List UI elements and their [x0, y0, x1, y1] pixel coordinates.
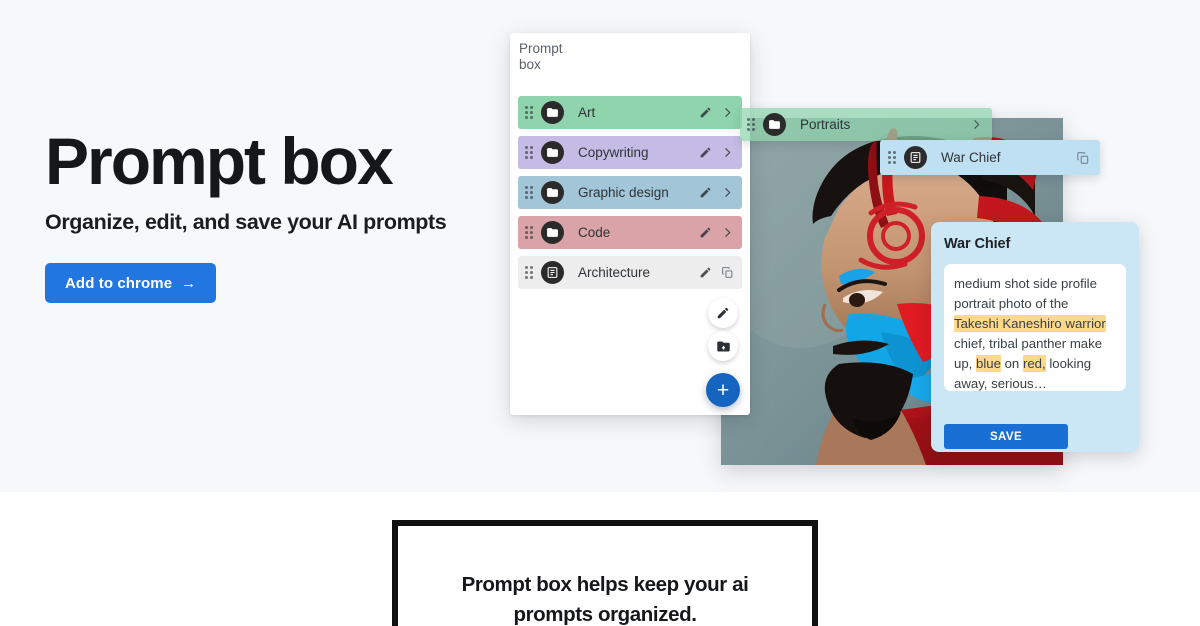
- list-item-label: Copywriting: [578, 145, 649, 160]
- chevron-right-icon[interactable]: [721, 106, 734, 119]
- floating-item-label: War Chief: [941, 150, 1001, 165]
- prompt-detail-card: War Chief medium shot side profile portr…: [931, 222, 1139, 452]
- list-item-label: Code: [578, 225, 611, 240]
- folder-list: Art Copywriting Graphic design Code Arch…: [518, 96, 742, 296]
- document-icon: [541, 261, 564, 284]
- folder-icon: [541, 181, 564, 204]
- new-folder-action-button[interactable]: [708, 331, 738, 361]
- drag-handle-icon[interactable]: [525, 106, 534, 119]
- highlighted-phrase: blue: [976, 355, 1001, 372]
- list-item-label: Graphic design: [578, 185, 669, 200]
- floating-item-label: Portraits: [800, 117, 851, 132]
- chevron-right-icon[interactable]: [721, 146, 734, 159]
- highlighted-phrase: Takeshi Kaneshiro warrior: [954, 315, 1106, 332]
- hero-section: Prompt box Organize, edit, and save your…: [0, 0, 1200, 492]
- list-item-label: Architecture: [578, 265, 651, 280]
- folder-icon: [541, 101, 564, 124]
- folder-icon: [541, 141, 564, 164]
- list-item-code[interactable]: Code: [518, 216, 742, 249]
- list-item-copywriting[interactable]: Copywriting: [518, 136, 742, 169]
- drag-handle-icon[interactable]: [525, 146, 534, 159]
- document-icon: [904, 146, 927, 169]
- product-screenshot: Prompt box Art Copywriting Graphic desig…: [0, 0, 1200, 492]
- edit-action-button[interactable]: [708, 298, 738, 328]
- chevron-right-icon[interactable]: [721, 186, 734, 199]
- bottom-section: Prompt box helps keep your ai prompts or…: [0, 492, 1200, 626]
- list-item-architecture[interactable]: Architecture: [518, 256, 742, 289]
- prompt-phrase: medium shot side profile portrait photo …: [954, 276, 1097, 311]
- pencil-icon[interactable]: [699, 186, 712, 199]
- panel-title: Prompt box: [519, 41, 563, 72]
- drag-handle-icon[interactable]: [525, 266, 534, 279]
- landing-page: Prompt box Organize, edit, and save your…: [0, 0, 1200, 626]
- drag-handle-icon[interactable]: [525, 226, 534, 239]
- save-button[interactable]: SAVE: [944, 424, 1068, 449]
- prompt-phrase: on: [1000, 356, 1023, 371]
- pencil-icon[interactable]: [699, 266, 712, 279]
- drag-handle-icon[interactable]: [888, 151, 897, 164]
- add-prompt-fab[interactable]: +: [706, 373, 740, 407]
- prompt-textarea[interactable]: medium shot side profile portrait photo …: [944, 264, 1126, 391]
- folder-icon: [763, 113, 786, 136]
- drag-handle-icon[interactable]: [747, 118, 756, 131]
- detail-title: War Chief: [944, 236, 1011, 252]
- headline-text: Prompt box helps keep your ai prompts or…: [398, 570, 812, 626]
- pencil-icon[interactable]: [699, 106, 712, 119]
- prompt-text: medium shot side profile portrait photo …: [954, 274, 1116, 391]
- headline-line-2: prompts organized.: [513, 603, 697, 626]
- copy-icon[interactable]: [1076, 151, 1090, 165]
- floating-item-portraits[interactable]: Portraits: [740, 108, 992, 141]
- chevron-right-icon[interactable]: [970, 118, 983, 131]
- chevron-right-icon[interactable]: [721, 226, 734, 239]
- headline-frame: Prompt box helps keep your ai prompts or…: [392, 520, 818, 626]
- highlighted-phrase: red,: [1022, 355, 1046, 372]
- list-item-art[interactable]: Art: [518, 96, 742, 129]
- pencil-icon[interactable]: [699, 146, 712, 159]
- list-item-label: Art: [578, 105, 596, 120]
- copy-icon[interactable]: [721, 266, 734, 279]
- headline-line-1: Prompt box helps keep your ai: [461, 573, 749, 596]
- floating-item-war-chief[interactable]: War Chief: [880, 140, 1100, 175]
- pencil-icon[interactable]: [699, 226, 712, 239]
- list-item-graphic-design[interactable]: Graphic design: [518, 176, 742, 209]
- fab-label: +: [716, 378, 730, 402]
- folder-icon: [541, 221, 564, 244]
- drag-handle-icon[interactable]: [525, 186, 534, 199]
